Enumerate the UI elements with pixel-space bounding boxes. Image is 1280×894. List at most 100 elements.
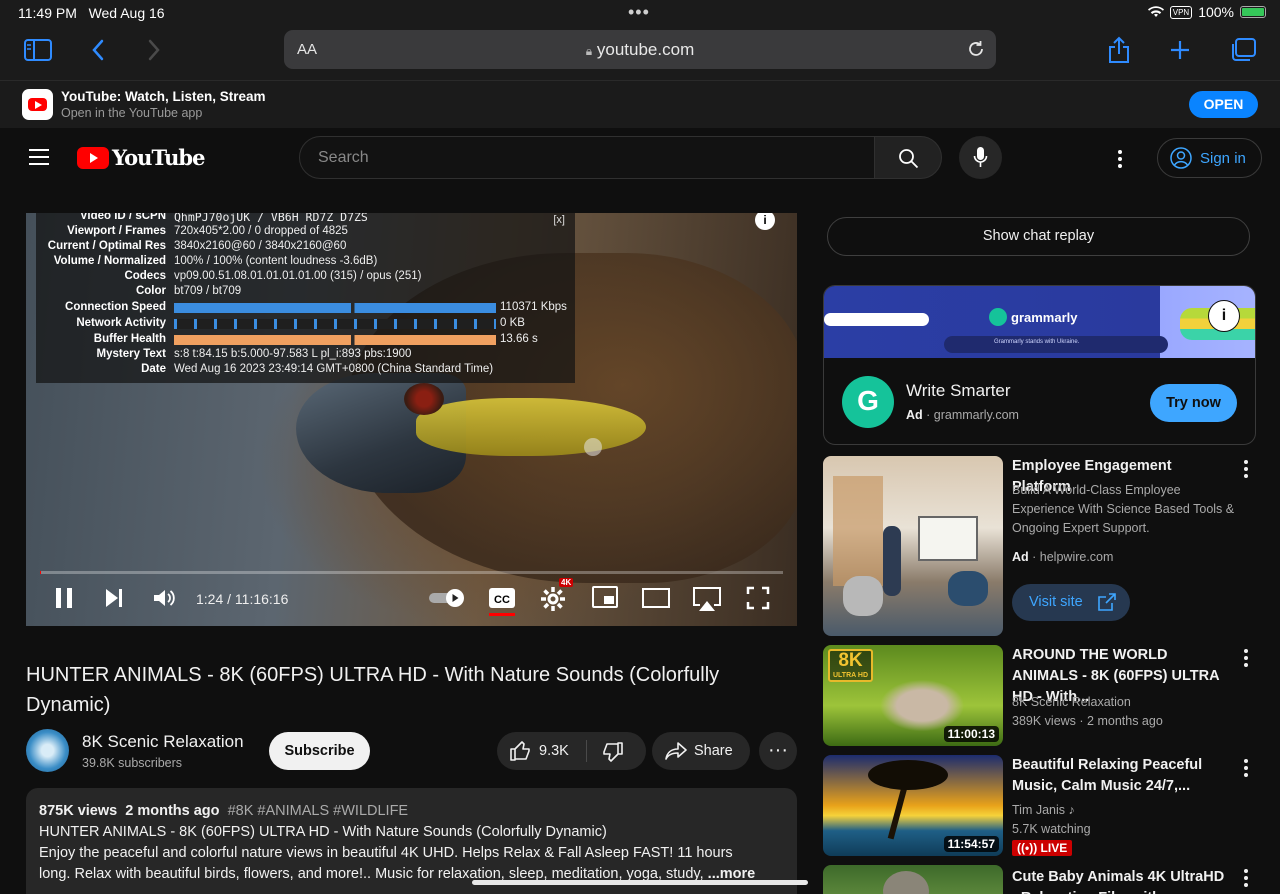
app-banner-subtitle: Open in the YouTube app <box>61 106 203 120</box>
battery-percent: 100% <box>1198 4 1234 20</box>
live-icon: ((•)) <box>1017 841 1038 855</box>
settings-gear-icon[interactable] <box>540 586 566 612</box>
miniplayer-icon[interactable] <box>592 586 618 608</box>
music-note-icon: ♪ <box>1068 803 1075 817</box>
fullscreen-icon[interactable] <box>746 586 770 610</box>
stats-row: Color bt709 / bt709 <box>135 285 242 297</box>
like-icon[interactable] <box>510 741 532 761</box>
volume-icon[interactable] <box>152 586 176 610</box>
more-actions-button[interactable]: ··· <box>759 732 797 770</box>
ad-banner-image[interactable]: Grammarly stands with Ukraine. grammarly… <box>824 286 1255 358</box>
dislike-icon[interactable] <box>601 742 623 762</box>
youtube-play-icon <box>77 146 109 169</box>
back-icon[interactable] <box>91 39 105 61</box>
battery-icon <box>1240 6 1266 18</box>
stats-row: Current / Optimal Res 3840x2160@60 / 3840… <box>47 240 347 252</box>
address-bar[interactable]: AA 🔒︎ youtube.com <box>284 30 996 69</box>
visit-site-button[interactable]: Visit site <box>1012 584 1130 621</box>
youtube-app-icon <box>22 89 53 120</box>
menu-icon[interactable] <box>29 149 49 170</box>
stats-row: Date Wed Aug 16 2023 23:49:14 GMT+0800 (C… <box>141 363 494 375</box>
thumb-whiteboard <box>918 516 978 561</box>
channel-name[interactable]: 8K Scenic Relaxation <box>82 732 244 752</box>
stats-row: Volume / Normalized 100% / 100% (content … <box>53 255 378 267</box>
reload-icon[interactable] <box>966 39 986 59</box>
buffer-health-graph <box>174 335 496 345</box>
channel-avatar[interactable] <box>26 729 69 772</box>
info-icon[interactable]: i <box>755 213 775 230</box>
share-button[interactable]: Share <box>652 732 750 770</box>
thumb-person <box>883 526 901 596</box>
ad-info-icon[interactable]: i <box>1208 300 1240 332</box>
multitasking-dots-icon[interactable]: ••• <box>628 2 650 23</box>
video-title: HUNTER ANIMALS - 8K (60FPS) ULTRA HD - W… <box>26 664 720 716</box>
banner-ukraine-pill: Grammarly stands with Ukraine. <box>944 336 1168 353</box>
status-bar: 11:49 PM Wed Aug 16 ••• VPN 100% <box>0 0 1280 26</box>
app-banner-title: YouTube: Watch, Listen, Stream <box>61 89 266 104</box>
show-chat-replay-button[interactable]: Show chat replay <box>827 217 1250 256</box>
thumb-palm-leaves <box>868 760 948 790</box>
autoplay-toggle[interactable] <box>428 588 466 608</box>
banner-decoration <box>824 313 929 326</box>
like-count[interactable]: 9.3K <box>539 743 569 759</box>
video-thumbnail[interactable]: 8K ULTRA HD 11:00:13 <box>823 645 1003 746</box>
thumb-person <box>843 576 883 616</box>
tabs-icon[interactable] <box>1230 38 1256 62</box>
rec-menu-icon[interactable] <box>1244 869 1248 890</box>
rec-title[interactable]: Cute Baby Animals 4K UltraHD - Relaxatio… <box>1012 867 1232 894</box>
video-thumbnail[interactable] <box>823 865 1003 894</box>
rec-menu-icon[interactable] <box>1244 460 1248 481</box>
like-dislike-group: 9.3K <box>497 732 646 770</box>
rec-channel[interactable]: 8K Scenic Relaxation <box>1012 695 1131 709</box>
description-line: Enjoy the peaceful and colorful nature v… <box>39 845 733 861</box>
search-button[interactable] <box>874 136 942 179</box>
video-frame-eye <box>404 383 444 415</box>
video-player[interactable]: i [x] Video ID / sCPN QhmPJ70ojUK / VB6H … <box>26 213 797 626</box>
rec-menu-icon[interactable] <box>1244 759 1248 780</box>
captions-icon[interactable]: CC <box>488 586 516 618</box>
connection-speed-graph <box>174 303 496 313</box>
try-now-button[interactable]: Try now <box>1150 384 1237 422</box>
next-icon[interactable] <box>104 586 124 610</box>
description-box[interactable]: 875K views 2 months ago #8K #ANIMALS #WI… <box>26 788 797 894</box>
sidebar-toggle-icon[interactable] <box>24 39 52 61</box>
subscribe-button[interactable]: Subscribe <box>269 732 370 770</box>
pause-icon[interactable] <box>54 586 74 610</box>
rec-title[interactable]: Beautiful Relaxing Peaceful Music, Calm … <box>1012 755 1232 797</box>
recommended-video[interactable]: 8K ULTRA HD 11:00:13 AROUND THE WORLD AN… <box>823 645 1256 746</box>
rec-menu-icon[interactable] <box>1244 649 1248 670</box>
recommended-video[interactable]: Cute Baby Animals 4K UltraHD - Relaxatio… <box>823 865 1256 894</box>
sign-in-button[interactable]: Sign in <box>1157 138 1262 178</box>
youtube-logo[interactable]: YouTube <box>77 145 205 170</box>
voice-search-button[interactable] <box>959 136 1002 179</box>
grammarly-banner-logo: grammarly <box>989 308 1077 326</box>
new-tab-icon[interactable] <box>1170 40 1190 60</box>
forward-icon[interactable] <box>147 39 161 61</box>
video-thumbnail[interactable]: 11:54:57 <box>823 755 1003 856</box>
home-indicator[interactable] <box>472 880 808 885</box>
theater-mode-icon[interactable] <box>642 588 670 608</box>
ad-thumbnail[interactable] <box>823 456 1003 636</box>
time-display: 1:24 / 11:16:16 <box>196 591 289 607</box>
microphone-icon <box>973 147 988 167</box>
recommended-ad[interactable]: Employee Engagement Platform Build A Wor… <box>823 456 1256 636</box>
rec-ad-sponsor: Ad · helpwire.com <box>1012 550 1114 564</box>
external-link-icon <box>1098 593 1116 611</box>
share-arrow-icon <box>665 742 687 760</box>
search-input[interactable]: Search <box>299 136 875 179</box>
open-app-button[interactable]: OPEN <box>1189 91 1258 118</box>
youtube-header: YouTube Search Sign in <box>0 128 1280 188</box>
grammarly-ad-card[interactable]: Grammarly stands with Ukraine. grammarly… <box>823 285 1256 445</box>
rec-ad-description: Build A World-Class Employee Experience … <box>1012 483 1235 535</box>
app-banner: YouTube: Watch, Listen, Stream Open in t… <box>0 80 1280 128</box>
description-tags[interactable]: #8K #ANIMALS #WILDLIFE <box>228 803 409 819</box>
settings-kebab-icon[interactable] <box>1117 149 1123 169</box>
share-icon[interactable] <box>1108 36 1130 64</box>
recommended-video[interactable]: 11:54:57 Beautiful Relaxing Peaceful Mus… <box>823 755 1256 856</box>
account-icon <box>1170 147 1192 169</box>
stats-row: Network Activity 0 KB <box>76 317 525 329</box>
airplay-icon[interactable] <box>692 586 722 612</box>
wifi-icon <box>1147 6 1164 17</box>
rec-channel[interactable]: Tim Janis ♪ <box>1012 803 1075 817</box>
browser-toolbar: AA 🔒︎ youtube.com <box>0 26 1280 80</box>
